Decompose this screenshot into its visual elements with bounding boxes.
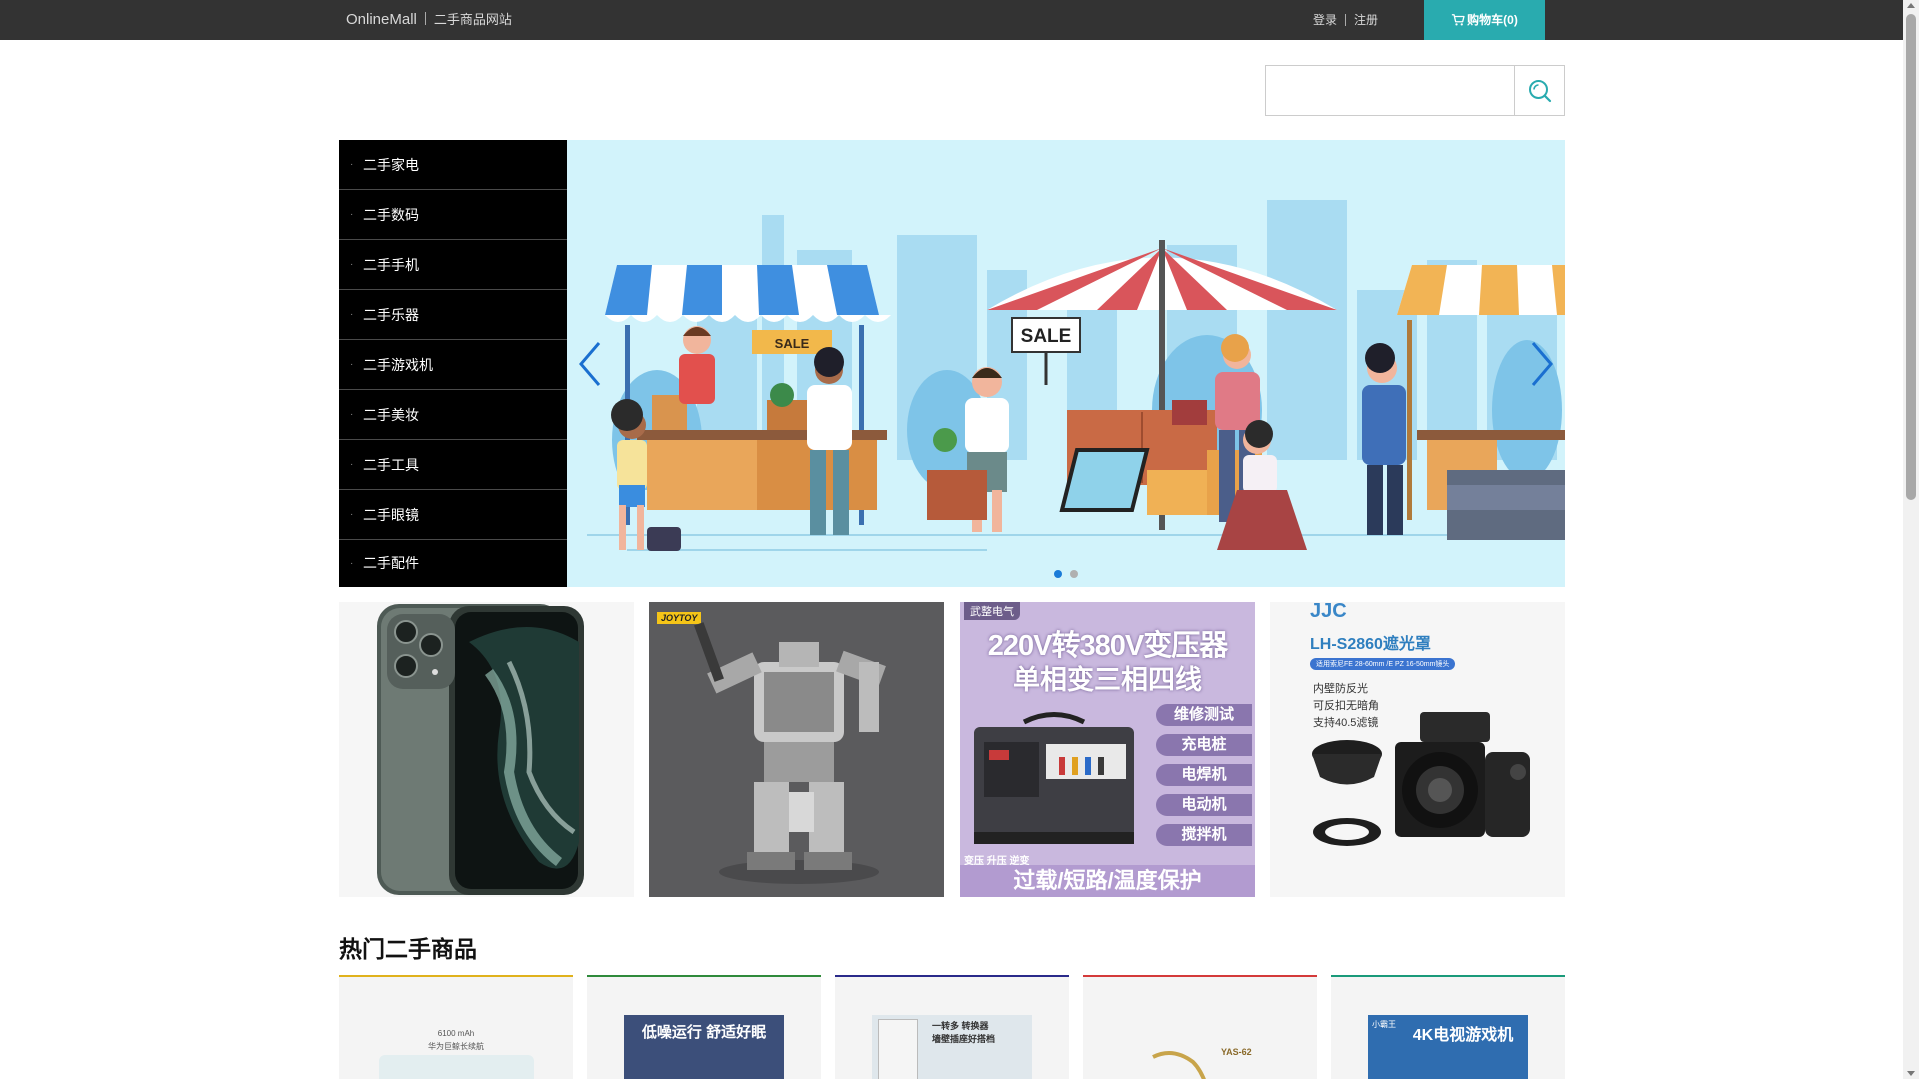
category-label: 二手游戏机 <box>363 357 433 373</box>
product-caption: 4K电视游戏机 <box>1412 1027 1514 1044</box>
promo-tag: 电动机 <box>1156 794 1252 816</box>
category-item-instruments[interactable]: · 二手乐器 <box>339 290 567 340</box>
category-label: 二手乐器 <box>363 307 419 323</box>
hot-product-card[interactable]: 6100 mAh 华为巨鲸长续航 <box>339 975 573 1079</box>
category-item-phones[interactable]: · 二手手机 <box>339 240 567 290</box>
saxophone-image <box>1152 1051 1206 1079</box>
promo-tag-list: 维修测试 充电桩 电焊机 电动机 搅拌机 <box>1156 704 1252 846</box>
promo-tag: 维修测试 <box>1156 704 1252 726</box>
user-links: 登录 注册 <box>1313 0 1378 40</box>
category-item-cosmetics[interactable]: · 二手美妆 <box>339 390 567 440</box>
search-button[interactable] <box>1514 65 1565 116</box>
socket-graphic <box>878 1019 918 1079</box>
promo-tag: 充电桩 <box>1156 734 1252 756</box>
robot-figure-image <box>694 622 886 884</box>
product-image <box>379 1055 534 1079</box>
carousel-next-arrow[interactable] <box>1527 339 1557 389</box>
site-brand[interactable]: OnlineMall 二手商品网站 <box>346 0 512 40</box>
promo-bottom-caption: 过载/短路/温度保护 <box>960 865 1255 897</box>
bullet-icon: · <box>350 558 354 569</box>
carousel-indicators <box>1054 565 1086 583</box>
scrollbar-thumb[interactable] <box>1906 14 1916 500</box>
hot-product-card[interactable]: 小霸王 4K电视游戏机 <box>1331 975 1565 1079</box>
promo-tag: 搅拌机 <box>1156 824 1252 846</box>
category-label: 二手手机 <box>363 257 419 273</box>
product-image: 小霸王 4K电视游戏机 <box>1368 1015 1528 1079</box>
divider <box>424 12 426 25</box>
category-item-accessories[interactable]: · 二手配件 <box>339 540 567 587</box>
carousel-prev-arrow[interactable] <box>575 339 605 389</box>
carousel-dot-2[interactable] <box>1070 570 1078 578</box>
section-title-hot: 热门二手商品 <box>339 936 477 962</box>
page-scrollbar[interactable] <box>1903 0 1919 1079</box>
login-link[interactable]: 登录 <box>1313 13 1337 27</box>
category-item-tools[interactable]: · 二手工具 <box>339 440 567 490</box>
bullet-icon: · <box>350 209 354 220</box>
site-subtitle: 二手商品网站 <box>433 12 512 27</box>
category-item-digital[interactable]: · 二手数码 <box>339 190 567 240</box>
category-label: 二手工具 <box>363 457 419 473</box>
divider <box>1345 14 1347 26</box>
banner-illustration: SALE SALE <box>567 200 1565 587</box>
bullet-icon: · <box>350 159 354 170</box>
camera-lens-image <box>1312 712 1530 846</box>
bullet-icon: · <box>350 359 354 370</box>
carousel-dot-1[interactable] <box>1054 570 1062 578</box>
hot-product-card[interactable]: 低噪运行 舒适好眠 <box>587 975 821 1079</box>
bullet-icon: · <box>350 509 354 520</box>
bullet-icon: · <box>350 459 354 470</box>
promo-tile-phone[interactable] <box>339 602 634 897</box>
scroll-up-arrow-icon[interactable] <box>1907 3 1915 8</box>
product-image: 低噪运行 舒适好眠 <box>624 1015 784 1079</box>
bullet-icon: · <box>350 309 354 320</box>
category-label: 二手家电 <box>363 157 419 173</box>
search-input[interactable] <box>1265 65 1515 116</box>
banner-sign-right: SALE <box>1021 326 1072 347</box>
promo-tile-transformer[interactable]: 武整电气 220V转380V变压器 单相变三相四线 维修测试 充电桩 电焊机 电… <box>960 602 1255 897</box>
promo-tile-lens-hood[interactable]: JJC LH-S2860遮光罩 适用索尼FE 28-60mm /E PZ 16-… <box>1270 602 1565 897</box>
cart-icon <box>1452 14 1465 26</box>
phone-product-image <box>377 604 584 895</box>
scroll-down-arrow-icon[interactable] <box>1907 1071 1915 1076</box>
category-menu: · 二手家电 · 二手数码 · 二手手机 · 二手乐器 · 二手游戏机 · 二手美妆 · 二手… <box>339 140 567 587</box>
hot-product-card[interactable]: 一转多 转换器 墙壁插座好搭档 <box>835 975 1069 1079</box>
promo-title-2: 单相变三相四线 <box>1013 665 1202 695</box>
category-label: 二手美妆 <box>363 407 419 423</box>
category-item-glasses[interactable]: · 二手眼镜 <box>339 490 567 540</box>
product-caption: 6100 mAh <box>437 1029 475 1038</box>
bullet-icon: · <box>350 409 354 420</box>
promo-brand-label: 武整电气 <box>964 602 1020 620</box>
banner-carousel[interactable]: SALE SALE <box>567 140 1565 587</box>
cart-button[interactable]: 购物车(0) <box>1424 0 1545 40</box>
brand-name[interactable]: OnlineMall <box>346 11 417 28</box>
product-caption: 华为巨鲸长续航 <box>428 1042 484 1051</box>
promo-tag: 电焊机 <box>1156 764 1252 786</box>
bullet-icon: · <box>350 259 354 270</box>
product-image: 一转多 转换器 墙壁插座好搭档 <box>872 1015 1032 1079</box>
category-item-appliances[interactable]: · 二手家电 <box>339 140 567 190</box>
transformer-image <box>974 712 1134 844</box>
product-caption: 低噪运行 舒适好眠 <box>641 1024 767 1041</box>
category-item-consoles[interactable]: · 二手游戏机 <box>339 340 567 390</box>
register-link[interactable]: 注册 <box>1354 13 1378 27</box>
top-bar: OnlineMall 二手商品网站 登录 注册 购物车(0) <box>0 0 1903 40</box>
banner-sign-left: SALE <box>775 336 810 351</box>
category-label: 二手数码 <box>363 207 419 223</box>
hot-product-card[interactable]: YAS-62 <box>1083 975 1317 1079</box>
product-caption: 墙壁插座好搭档 <box>932 1034 996 1044</box>
category-label: 二手眼镜 <box>363 507 419 523</box>
search-icon <box>1528 79 1551 102</box>
cart-label: 购物车(0) <box>1467 13 1518 27</box>
product-caption: 一转多 转换器 <box>932 1021 989 1031</box>
promo-tile-figure[interactable]: JOYTOY <box>649 602 944 897</box>
category-label: 二手配件 <box>363 555 419 571</box>
